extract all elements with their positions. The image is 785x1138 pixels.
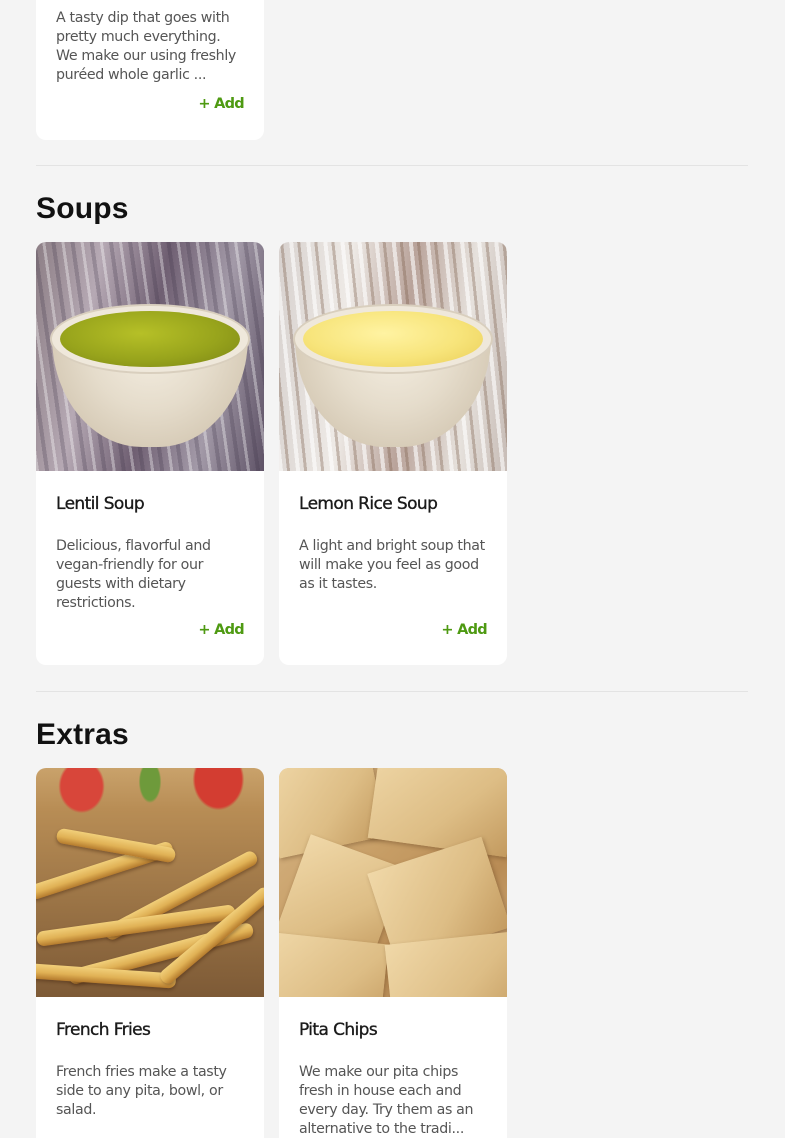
lemon-rice-soup-photo (279, 242, 507, 471)
add-button[interactable]: + Add (441, 622, 487, 638)
item-description: We make our pita chips fresh in house ea… (299, 1064, 474, 1137)
section-title-soups: Soups (36, 192, 129, 225)
menu-item-card[interactable]: Pita Chips We make our pita chips fresh … (279, 768, 507, 1138)
french-fries-photo (36, 768, 264, 997)
menu-item-card[interactable]: French Fries French fries make a tasty s… (36, 768, 264, 1138)
item-name: Lemon Rice Soup (299, 494, 438, 514)
menu-item-card[interactable]: Lemon Rice Soup A light and bright soup … (279, 242, 507, 665)
item-name: Pita Chips (299, 1020, 378, 1040)
item-description: Delicious, flavorful and vegan-friendly … (56, 538, 211, 611)
item-name: Lentil Soup (56, 494, 145, 514)
section-title-extras: Extras (36, 718, 129, 751)
add-button[interactable]: + Add (198, 622, 244, 638)
item-name: French Fries (56, 1020, 151, 1040)
item-description: A light and bright soup that will make y… (299, 538, 485, 592)
item-description: A tasty dip that goes with pretty much e… (56, 10, 236, 83)
lentil-soup-photo (36, 242, 264, 471)
add-button[interactable]: + Add (198, 96, 244, 112)
menu-item-card[interactable]: Lentil Soup Delicious, flavorful and veg… (36, 242, 264, 665)
section-divider (36, 691, 748, 692)
section-divider (36, 165, 748, 166)
menu-item-card[interactable]: A tasty dip that goes with pretty much e… (36, 0, 264, 140)
pita-chips-photo (279, 768, 507, 997)
item-description: French fries make a tasty side to any pi… (56, 1064, 227, 1118)
